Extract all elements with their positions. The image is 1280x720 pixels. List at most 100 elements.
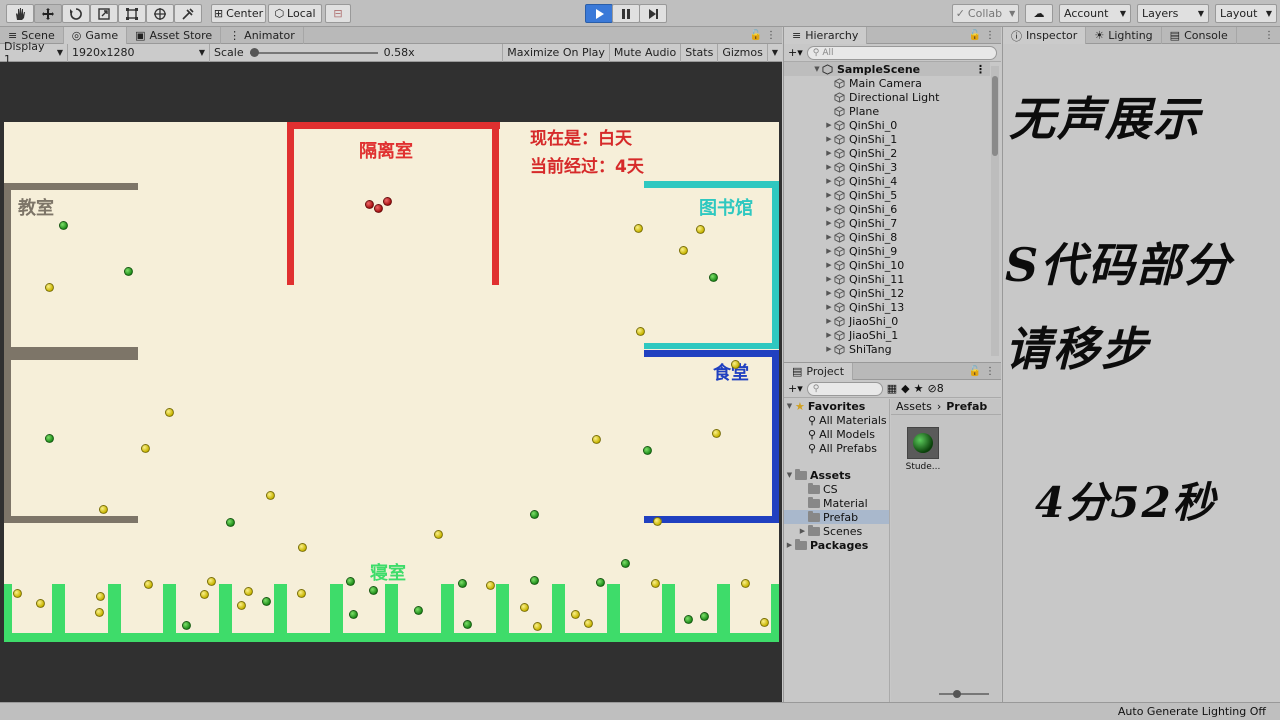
transform-tool-button[interactable] bbox=[146, 4, 174, 23]
icon-size-slider[interactable] bbox=[939, 690, 989, 698]
lock-icon[interactable]: 🔓 bbox=[750, 30, 762, 41]
hierarchy-item[interactable]: ▶ QinShi_3 bbox=[784, 160, 990, 174]
expand-arrow-icon[interactable]: ▶ bbox=[824, 191, 834, 199]
favorite-all-models[interactable]: ⚲ All Models bbox=[784, 427, 889, 441]
hierarchy-item[interactable]: ▶ QinShi_8 bbox=[784, 230, 990, 244]
expand-arrow-icon[interactable]: ▶ bbox=[824, 331, 834, 339]
hierarchy-item[interactable]: ▶ QinShi_6 bbox=[784, 202, 990, 216]
more-options-icon[interactable]: ⋮ bbox=[985, 366, 995, 377]
hierarchy-item[interactable]: ▶ QinShi_10 bbox=[784, 258, 990, 272]
expand-arrow-icon[interactable]: ▶ bbox=[824, 205, 834, 213]
tab-inspector[interactable]: ⓘ Inspector bbox=[1003, 27, 1087, 44]
icon-size-slider-handle[interactable] bbox=[953, 690, 961, 698]
hidden-packages-icon[interactable]: ⊘8 bbox=[928, 382, 944, 395]
pivot-center-toggle[interactable]: ⊞ Center bbox=[211, 4, 266, 23]
more-options-icon[interactable]: ⋮ bbox=[985, 30, 995, 41]
scene-options-icon[interactable]: ⋮ bbox=[975, 63, 990, 76]
rotate-tool-button[interactable] bbox=[62, 4, 90, 23]
account-dropdown[interactable]: Account ▼ bbox=[1059, 4, 1131, 23]
tab-game[interactable]: ◎ Game bbox=[63, 27, 128, 44]
scale-slider[interactable] bbox=[249, 47, 378, 57]
lock-icon[interactable]: 🔓 bbox=[969, 366, 981, 377]
resolution-dropdown[interactable]: 1920x1280 ▼ bbox=[68, 43, 210, 62]
scale-tool-button[interactable] bbox=[90, 4, 118, 23]
filter-type-icon[interactable]: ▦ bbox=[887, 382, 897, 395]
gizmos-toggle[interactable]: Gizmos bbox=[717, 43, 767, 62]
expand-arrow-icon[interactable]: ▶ bbox=[824, 275, 834, 283]
expand-arrow-icon[interactable]: ▼ bbox=[812, 65, 822, 73]
hierarchy-item[interactable]: ▶ JiaoShi_1 bbox=[784, 328, 990, 342]
expand-arrow-icon[interactable]: ▶ bbox=[797, 527, 808, 535]
hierarchy-item[interactable]: ▶ QinShi_11 bbox=[784, 272, 990, 286]
move-tool-button[interactable] bbox=[34, 4, 62, 23]
breadcrumb-prefab[interactable]: Prefab bbox=[946, 400, 987, 413]
tab-lighting[interactable]: ☀ Lighting bbox=[1086, 27, 1162, 44]
hierarchy-item[interactable]: ▶ QinShi_4 bbox=[784, 174, 990, 188]
expand-arrow-icon[interactable]: ▶ bbox=[824, 345, 834, 353]
hierarchy-scene-row[interactable]: ▼ SampleScene ⋮ bbox=[784, 62, 990, 76]
tab-asset-store[interactable]: ▣ Asset Store bbox=[127, 27, 222, 44]
expand-arrow-icon[interactable]: ▶ bbox=[824, 317, 834, 325]
step-button[interactable] bbox=[639, 4, 667, 23]
custom-tool-button[interactable] bbox=[174, 4, 202, 23]
assets-folder[interactable]: ▼ Assets bbox=[784, 468, 889, 482]
hand-tool-button[interactable] bbox=[6, 4, 34, 23]
game-view[interactable]: 隔离室 现在是：白天 当前经过：4天 教室 图书馆 食堂 寝室 bbox=[0, 62, 782, 702]
scale-slider-handle[interactable] bbox=[250, 47, 260, 57]
tab-project[interactable]: ▤ Project bbox=[784, 363, 854, 380]
folder-prefab[interactable]: Prefab bbox=[784, 510, 889, 524]
project-search-input[interactable]: ⚲ bbox=[806, 381, 883, 396]
hierarchy-item[interactable]: ▶ QinShi_7 bbox=[784, 216, 990, 230]
hierarchy-item[interactable]: Plane bbox=[784, 104, 990, 118]
expand-arrow-icon[interactable]: ▶ bbox=[824, 303, 834, 311]
gizmos-dropdown[interactable]: ▼ bbox=[766, 43, 782, 62]
expand-arrow-icon[interactable]: ▶ bbox=[824, 289, 834, 297]
add-icon[interactable]: +▾ bbox=[788, 382, 803, 395]
hierarchy-item[interactable]: ▶ ShiTang bbox=[784, 342, 990, 356]
expand-arrow-icon[interactable]: ▶ bbox=[824, 149, 834, 157]
expand-arrow-icon[interactable]: ▼ bbox=[784, 402, 795, 410]
hierarchy-item[interactable]: ▶ QinShi_9 bbox=[784, 244, 990, 258]
expand-arrow-icon[interactable]: ▶ bbox=[784, 541, 795, 549]
asset-student-prefab[interactable]: Stude... bbox=[903, 427, 943, 472]
hierarchy-scrollbar[interactable] bbox=[991, 66, 999, 356]
collab-dropdown[interactable]: ✓ Collab ▼ bbox=[952, 4, 1019, 23]
play-button[interactable] bbox=[585, 4, 613, 23]
display-dropdown[interactable]: Display 1 ▼ bbox=[0, 40, 68, 66]
filter-label-icon[interactable]: ◆ bbox=[901, 382, 909, 395]
hierarchy-item[interactable]: Main Camera bbox=[784, 76, 990, 90]
folder-cs[interactable]: CS bbox=[784, 482, 889, 496]
tab-console[interactable]: ▤ Console bbox=[1162, 27, 1237, 44]
folder-material[interactable]: Material bbox=[784, 496, 889, 510]
mute-audio-toggle[interactable]: Mute Audio bbox=[608, 43, 680, 62]
space-local-toggle[interactable]: ⬡ Local bbox=[268, 4, 322, 23]
favorite-all-materials[interactable]: ⚲ All Materials bbox=[784, 413, 889, 427]
hierarchy-item[interactable]: ▶ QinShi_12 bbox=[784, 286, 990, 300]
layers-dropdown[interactable]: Layers ▼ bbox=[1137, 4, 1209, 23]
more-options-icon[interactable]: ⋮ bbox=[766, 30, 776, 41]
expand-arrow-icon[interactable]: ▶ bbox=[824, 121, 834, 129]
hierarchy-item[interactable]: ▶ QinShi_1 bbox=[784, 132, 990, 146]
hierarchy-item[interactable]: Directional Light bbox=[784, 90, 990, 104]
expand-arrow-icon[interactable]: ▶ bbox=[824, 247, 834, 255]
expand-arrow-icon[interactable]: ▶ bbox=[824, 177, 834, 185]
hierarchy-item[interactable]: ▶ JiaoShi_0 bbox=[784, 314, 990, 328]
expand-arrow-icon[interactable]: ▶ bbox=[824, 261, 834, 269]
favorite-all-prefabs[interactable]: ⚲ All Prefabs bbox=[784, 441, 889, 455]
lock-icon[interactable]: 🔓 bbox=[969, 30, 981, 41]
add-icon[interactable]: +▾ bbox=[788, 46, 803, 59]
hierarchy-item[interactable]: ▶ QinShi_2 bbox=[784, 146, 990, 160]
hierarchy-item[interactable]: ▶ QinShi_13 bbox=[784, 300, 990, 314]
tab-hierarchy[interactable]: ≡ Hierarchy bbox=[784, 27, 868, 44]
snap-toggle[interactable]: ⊟ bbox=[325, 4, 351, 23]
expand-arrow-icon[interactable]: ▶ bbox=[824, 233, 834, 241]
maximize-on-play-toggle[interactable]: Maximize On Play bbox=[502, 43, 609, 62]
pause-button[interactable] bbox=[612, 4, 640, 23]
expand-arrow-icon[interactable]: ▶ bbox=[824, 135, 834, 143]
hierarchy-item[interactable]: ▶ QinShi_0 bbox=[784, 118, 990, 132]
expand-arrow-icon[interactable]: ▶ bbox=[824, 163, 834, 171]
layout-dropdown[interactable]: Layout ▼ bbox=[1215, 4, 1277, 23]
tab-animator[interactable]: ⋮ Animator bbox=[221, 27, 304, 44]
hierarchy-item[interactable]: ▶ QinShi_5 bbox=[784, 188, 990, 202]
hierarchy-search-input[interactable]: ⚲ All bbox=[806, 45, 997, 60]
